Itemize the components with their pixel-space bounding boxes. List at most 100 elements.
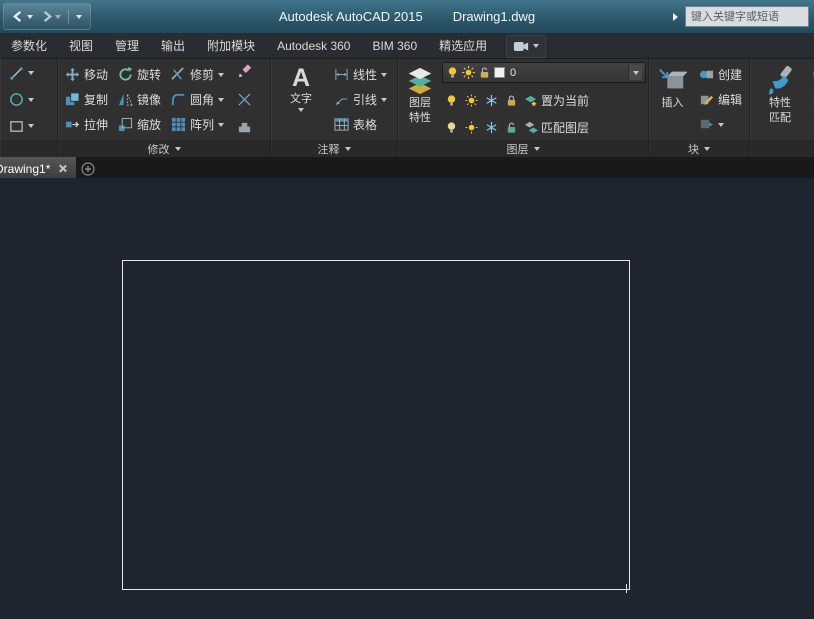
tab-manage[interactable]: 管理 — [104, 34, 150, 58]
close-tab-icon[interactable] — [58, 164, 67, 173]
infocenter-expand-icon[interactable] — [673, 13, 678, 21]
rotate-icon — [118, 67, 133, 82]
tab-addins[interactable]: 附加模块 — [196, 34, 266, 58]
layer-freeze2-button[interactable] — [462, 118, 481, 137]
block-attribute-icon — [699, 117, 714, 132]
tab-autodesk360[interactable]: Autodesk 360 — [266, 34, 361, 58]
unlock-icon — [478, 66, 491, 79]
tab-view[interactable]: 视图 — [58, 34, 104, 58]
create-block-icon — [699, 67, 714, 82]
match-properties-button[interactable]: 特性 匹配 — [754, 61, 806, 138]
linetype-button[interactable] — [810, 112, 814, 137]
explode-button[interactable] — [235, 90, 254, 109]
rectangle-tool-button[interactable] — [6, 115, 51, 137]
block-expand-icon — [704, 147, 710, 151]
arrow-right-icon — [40, 10, 53, 23]
file-tab-label: Drawing1* — [0, 162, 50, 176]
layer-properties-label-2: 特性 — [409, 112, 431, 125]
tab-featured-apps[interactable]: 精选应用 — [428, 34, 498, 58]
panel-annotation-label[interactable]: 注释 — [271, 140, 397, 157]
drawn-rectangle[interactable] — [122, 260, 630, 590]
panel-modify-label[interactable]: 修改 — [58, 140, 270, 157]
panel-modify: 移动 复制 拉伸 旋转 — [58, 59, 271, 157]
block-attr-dropdown-icon[interactable] — [718, 123, 724, 127]
file-tab-drawing1[interactable]: Drawing1* — [0, 157, 77, 180]
redo-dropdown-icon[interactable] — [55, 15, 61, 19]
layer-dropdown[interactable]: 0 — [442, 62, 646, 83]
record-button[interactable] — [506, 35, 546, 58]
layer-dropdown-arrow[interactable] — [628, 65, 642, 80]
search-input[interactable] — [685, 6, 809, 27]
tab-bim360[interactable]: BIM 360 — [361, 34, 428, 58]
panel-draw-label[interactable] — [0, 140, 57, 157]
offset-icon — [237, 120, 252, 135]
panel-layers: 图层 特性 0 — [398, 59, 649, 157]
stretch-icon — [65, 117, 80, 132]
text-button[interactable]: A 文字 — [275, 61, 327, 138]
insert-button[interactable]: 插入 — [653, 61, 692, 138]
panel-layers-label[interactable]: 图层 — [398, 140, 648, 157]
tab-parametric[interactable]: 参数化 — [0, 34, 58, 58]
layer-unlock-button[interactable] — [502, 118, 521, 137]
set-current-button[interactable]: 置为当前 — [522, 91, 592, 110]
new-tab-button[interactable] — [77, 157, 99, 180]
match-layer-button[interactable]: 匹配图层 — [522, 118, 592, 137]
linear-dropdown-icon[interactable] — [381, 73, 387, 77]
snowflake-small-icon — [485, 121, 498, 134]
array-dropdown-icon[interactable] — [218, 123, 224, 127]
quick-access-toolbar — [3, 3, 91, 30]
line-icon — [9, 66, 24, 81]
trim-dropdown-icon[interactable] — [218, 73, 224, 77]
array-button[interactable]: 阵列 — [168, 112, 227, 137]
crosshair-cursor — [626, 584, 627, 593]
circle-dropdown-icon — [28, 98, 34, 102]
create-block-button[interactable]: 创建 — [696, 62, 745, 87]
layer-lock-button[interactable] — [502, 91, 521, 110]
panel-block-label[interactable]: 块 — [649, 140, 749, 157]
layer-isolate-button[interactable] — [442, 118, 461, 137]
edit-block-button[interactable]: 编辑 — [696, 87, 745, 112]
circle-tool-button[interactable] — [6, 89, 51, 111]
layers-label-text: 图层 — [507, 141, 529, 157]
fillet-dropdown-icon[interactable] — [218, 98, 224, 102]
layer-freeze3-button[interactable] — [482, 118, 501, 137]
linear-label: 线性 — [353, 66, 377, 83]
leader-icon — [334, 92, 349, 107]
trim-button[interactable]: 修剪 — [168, 62, 227, 87]
undo-button[interactable] — [10, 9, 35, 24]
block-attributes-button[interactable] — [696, 112, 745, 137]
move-button[interactable]: 移动 — [62, 62, 111, 87]
tab-output[interactable]: 输出 — [150, 34, 196, 58]
fillet-button[interactable]: 圆角 — [168, 87, 227, 112]
drawing-canvas[interactable] — [0, 178, 814, 619]
lineweight-button[interactable] — [810, 87, 814, 112]
layer-properties-button[interactable]: 图层 特性 — [402, 61, 438, 138]
qat-separator — [68, 10, 69, 24]
plus-icon — [81, 162, 95, 176]
line-dropdown-icon — [28, 71, 34, 75]
undo-dropdown-icon[interactable] — [27, 15, 33, 19]
layer-thaw-button[interactable] — [462, 91, 481, 110]
redo-button[interactable] — [38, 9, 63, 24]
leader-button[interactable]: 引线 — [331, 87, 390, 112]
linear-dimension-button[interactable]: 线性 — [331, 62, 390, 87]
panel-properties-label[interactable] — [750, 140, 814, 157]
leader-dropdown-icon[interactable] — [381, 98, 387, 102]
scale-button[interactable]: 缩放 — [115, 112, 164, 137]
table-button[interactable]: 表格 — [331, 112, 390, 137]
offset-button[interactable] — [235, 118, 254, 137]
edit-block-icon — [699, 92, 714, 107]
layer-freeze-button[interactable] — [482, 91, 501, 110]
customize-qat-button[interactable] — [74, 14, 84, 20]
annotation-expand-icon — [345, 147, 351, 151]
rectangle-icon — [9, 119, 24, 134]
copy-icon — [65, 92, 80, 107]
erase-button[interactable] — [235, 62, 254, 81]
mirror-button[interactable]: 镜像 — [115, 87, 164, 112]
line-tool-button[interactable] — [6, 62, 51, 84]
rotate-button[interactable]: 旋转 — [115, 62, 164, 87]
layer-off-button[interactable] — [442, 91, 461, 110]
stretch-button[interactable]: 拉伸 — [62, 112, 111, 137]
copy-button[interactable]: 复制 — [62, 87, 111, 112]
object-color-button[interactable] — [810, 62, 814, 87]
